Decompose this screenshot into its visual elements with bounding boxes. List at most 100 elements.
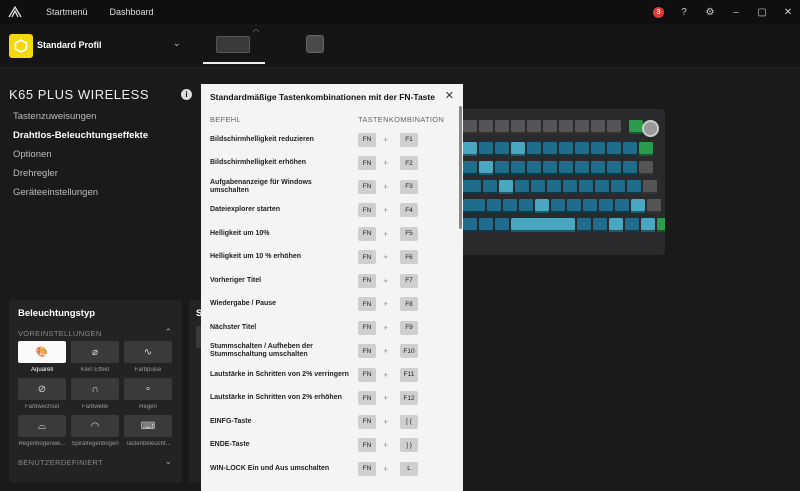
key-chip: [ { [400,414,418,429]
kb-row [463,161,653,175]
device-selected-indicator [203,62,265,64]
shortcut-row: Vorheriger Titel FN + F7 [201,269,459,293]
palette-icon: 🎨 [18,341,66,363]
effect-label: Aquarell [30,367,53,373]
kb-row [463,218,665,232]
menu-item-device-settings[interactable]: Geräteeinstellungen [13,187,148,206]
menu-item-key-assignments[interactable]: Tastenzuweisungen [13,111,148,130]
presets-section-label[interactable]: VOREINSTELLUNGEN [18,329,102,338]
shortcut-row: Bildschirmhelligkeit reduzieren FN + F1 [201,128,459,152]
plus-icon: + [383,158,389,169]
key-chip: F5 [400,226,418,241]
effect-color-wave[interactable]: ∩ Farbwelle [71,378,119,415]
key-chip: FN [358,132,376,147]
shortcut-command: Lautstärke in Schritten von 2% erhöhen [210,394,342,402]
plus-icon: + [383,346,389,357]
effect-key-lighting[interactable]: ⌨ Tastenbeleucht... [124,415,172,452]
effect-label: Farbwechsel [24,404,59,410]
dial-knob-icon[interactable] [642,120,659,137]
effect-aquarell[interactable]: 🎨 Aquarell [18,341,66,378]
menu-item-options[interactable]: Optionen [13,149,148,168]
menu-item-dial[interactable]: Drehregler [13,168,148,187]
shortcut-row: Helligkeit um 10 % erhöhen FN + F6 [201,246,459,270]
effect-label: Spiralregenbogen [71,441,119,447]
nav-home-link[interactable]: Startmenü [46,7,88,17]
key-chip: F7 [400,273,418,288]
gear-icon[interactable]: ⚙ [704,7,716,18]
shortcut-command: Vorheriger Titel [210,276,262,284]
chevron-down-icon[interactable]: ⌄ [173,38,181,49]
kb-row [463,180,657,194]
shortcut-row: Wiedergabe / Pause FN + F8 [201,293,459,317]
key-chip: F12 [400,391,418,406]
effect-spiral-rainbow[interactable]: ◠ Spiralregenbogen [71,415,119,452]
shortcut-command: WIN-LOCK Ein und Aus umschalten [210,464,330,472]
effects-grid: 🎨 Aquarell ⌀ Kein Effekt ∿ Farbpulse ⊘ F… [18,341,173,452]
profile-name[interactable]: Standard Profil [37,40,102,50]
key-chip: FN [358,461,376,476]
key-chip: FN [358,156,376,171]
chevron-up-icon[interactable]: ⌃ [164,327,172,338]
modal-title: Standardmäßige Tastenkombinationen mit d… [210,92,435,102]
help-icon[interactable]: ? [678,7,690,18]
plus-icon: + [383,416,389,427]
side-menu: Tastenzuweisungen Drahtlos-Beleuchtungse… [13,111,148,206]
nav-dashboard-link[interactable]: Dashboard [110,7,154,17]
column-header-combination: TASTENKOMBINATION [358,115,445,124]
pulse-icon: ∿ [124,341,172,363]
shortcut-command: Helligkeit um 10% [210,229,270,237]
plus-icon: + [383,463,389,474]
shortcut-row: Dateiexplorer starten FN + F4 [201,199,459,223]
effect-label: Regenbogenwe... [18,441,66,447]
keyboard-icon: ⌨ [124,415,172,437]
shortcut-command: Nächster Titel [210,323,257,331]
key-chip: FN [358,179,376,194]
effect-label: Farbpulse [134,367,162,373]
chevron-down-icon[interactable]: ⌄ [164,456,172,467]
plus-icon: + [383,205,389,216]
key-chip: F11 [400,367,418,382]
shortcut-row: ENDE-Taste FN + ] } [201,434,459,458]
shortcut-command: Helligkeit um 10 % erhöhen [210,253,302,261]
key-chip: F4 [400,203,418,218]
close-icon[interactable]: ✕ [445,89,454,102]
lighting-type-title: Beleuchtungstyp [18,308,96,319]
effect-label: Farbwelle [81,404,108,410]
effect-rainbow-wave[interactable]: ⌓ Regenbogenwe... [18,415,66,452]
key-chip: FN [358,391,376,406]
plus-icon: + [383,275,389,286]
shortcut-command: Dateiexplorer starten [210,206,281,214]
effect-color-pulse[interactable]: ∿ Farbpulse [124,341,172,378]
effect-label: Tastenbeleucht... [125,441,171,447]
effect-color-shift[interactable]: ⊘ Farbwechsel [18,378,66,415]
shortcut-command: Stummschalten / Aufheben der Stummschalt… [210,343,313,359]
modal-scrollbar[interactable] [459,106,462,229]
effect-rain[interactable]: ∘ Regen [124,378,172,415]
device-title: K65 PLUS WIRELESS [9,87,149,102]
effect-no-effect[interactable]: ⌀ Kein Effekt [71,341,119,378]
rainbow-icon: ⌓ [18,415,66,437]
key-chip: FN [358,203,376,218]
shortcut-row: Stummschalten / Aufheben der Stummschalt… [201,340,459,364]
plus-icon: + [383,322,389,333]
keyboard-device-icon[interactable] [216,36,250,53]
shortcut-row: Lautstärke in Schritten von 2% erhöhen F… [201,387,459,411]
profile-hexagon-icon[interactable] [9,34,33,58]
menu-item-wireless-lighting[interactable]: Drahtlos-Beleuchtungseffekte [13,130,148,149]
custom-section-label[interactable]: BENUTZERDEFINIERT [18,458,103,467]
info-icon[interactable]: i [181,89,192,100]
maximize-icon[interactable]: ▢ [756,7,768,18]
key-chip: FN [358,250,376,265]
key-chip: FN [358,414,376,429]
close-icon[interactable]: ✕ [782,7,794,18]
minimize-icon[interactable]: – [730,7,742,18]
shortcut-command: Lautstärke in Schritten von 2% verringer… [210,370,349,378]
dongle-device-icon[interactable] [306,35,324,53]
fn-shortcuts-modal: Standardmäßige Tastenkombinationen mit d… [201,84,463,491]
shortcut-command: EINFG-Taste [210,417,252,425]
notification-badge[interactable]: 3 [653,6,664,18]
key-chip: F1 [400,132,418,147]
shortcut-row: Helligkeit um 10% FN + F5 [201,222,459,246]
plus-icon: + [383,440,389,451]
device-bar: Standard Profil ⌄ ◠ [0,24,800,68]
